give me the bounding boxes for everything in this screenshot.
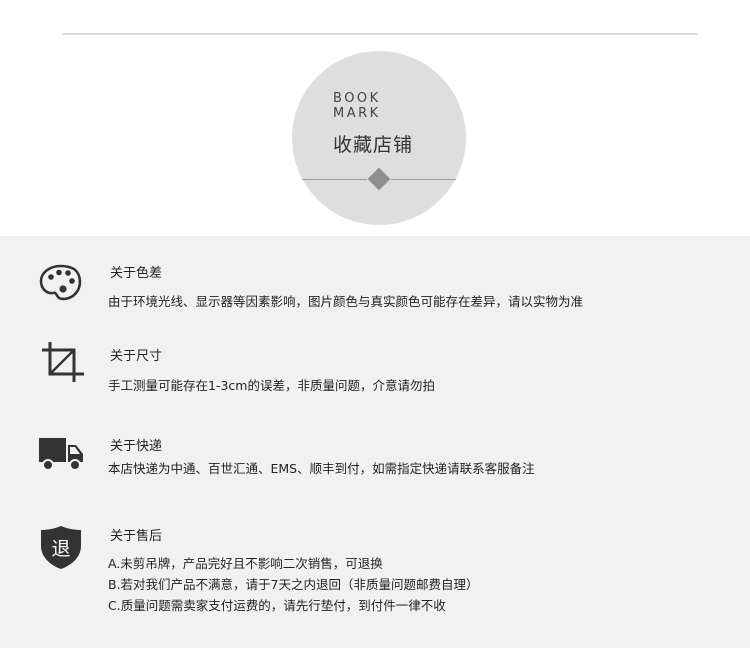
section-size-title: 关于尺寸 <box>110 349 163 364</box>
bookmark-en-line1: BOOK <box>333 91 381 106</box>
notice-panel: 关于色差 由于环境光线、显示器等因素影响，图片颜色与真实颜色可能存在差异，请以实… <box>0 236 750 648</box>
palette-icon <box>39 264 82 301</box>
bookmark-store-button[interactable]: BOOK MARK 收藏店铺 <box>292 51 466 225</box>
svg-text:退: 退 <box>51 538 70 560</box>
bookmark-label-cn: 收藏店铺 <box>333 134 414 156</box>
return-shield-icon: 退 <box>41 526 81 569</box>
diamond-icon <box>367 167 391 191</box>
bookmark-label-en: BOOK MARK <box>333 91 381 121</box>
truck-icon <box>39 438 83 471</box>
section-color-text: 由于环境光线、显示器等因素影响，图片颜色与真实颜色可能存在差异，请以实物为准 <box>108 294 584 309</box>
bookmark-en-line2: MARK <box>333 106 381 121</box>
crop-icon <box>42 342 84 382</box>
section-aftersales-line-a: A.未剪吊牌，产品完好且不影响二次销售，可退换 <box>108 556 383 571</box>
top-divider <box>62 33 698 35</box>
section-size-text: 手工测量可能存在1-3cm的误差，非质量问题，介意请勿拍 <box>108 378 435 393</box>
section-aftersales-line-c: C.质量问题需卖家支付运费的，请先行垫付，到付件一律不收 <box>108 598 446 613</box>
section-shipping-text: 本店快递为中通、百世汇通、EMS、顺丰到付，如需指定快递请联系客服备注 <box>108 461 535 476</box>
badge-rule-right <box>391 179 456 180</box>
section-color-title: 关于色差 <box>110 266 163 281</box>
section-aftersales-line-b: B.若对我们产品不满意，请于7天之内退回（非质量问题邮费自理） <box>108 577 479 592</box>
badge-rule-left <box>302 179 367 180</box>
section-shipping-title: 关于快递 <box>110 439 163 454</box>
section-aftersales-title: 关于售后 <box>110 529 163 544</box>
